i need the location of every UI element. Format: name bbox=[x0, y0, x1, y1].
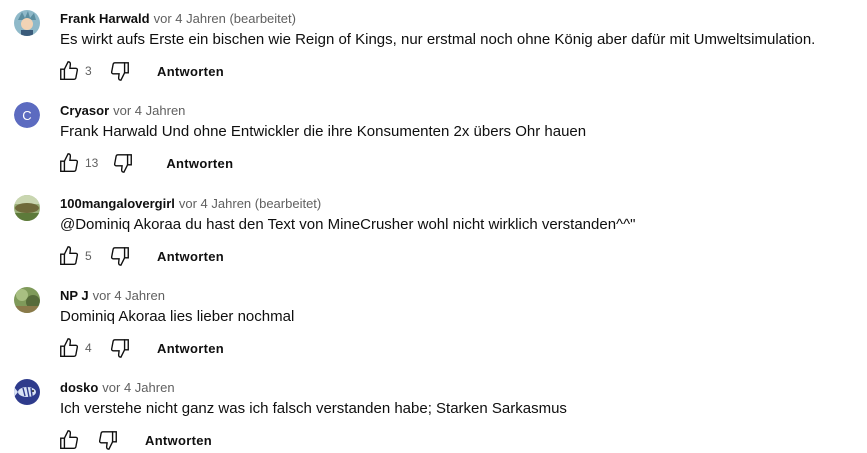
reply-button[interactable]: Antworten bbox=[157, 64, 224, 79]
comment-header: 100mangalovergirl vor 4 Jahren (bearbeite… bbox=[60, 195, 321, 212]
like-count: 13 bbox=[85, 156, 99, 170]
comment-actions: 3 Antworten bbox=[56, 58, 224, 84]
comment-header: Frank Harwald vor 4 Jahren (bearbeitet) bbox=[60, 10, 296, 27]
like-count: 3 bbox=[85, 64, 92, 78]
comment-text: Dominiq Akoraa lies lieber nochmal bbox=[60, 308, 295, 325]
avatar[interactable] bbox=[14, 287, 40, 313]
comment-header: dosko vor 4 Jahren bbox=[60, 379, 175, 396]
comment-text: @Dominiq Akoraa du hast den Text von Min… bbox=[60, 216, 636, 233]
avatar[interactable] bbox=[14, 379, 40, 405]
author-name[interactable]: Cryasor bbox=[60, 103, 109, 118]
comment-header: NP J vor 4 Jahren bbox=[60, 287, 165, 304]
author-name[interactable]: dosko bbox=[60, 380, 98, 395]
author-name[interactable]: NP J bbox=[60, 288, 89, 303]
thumbs-down-icon[interactable] bbox=[107, 58, 133, 84]
reply-button[interactable]: Antworten bbox=[166, 156, 233, 171]
timestamp[interactable]: vor 4 Jahren (bearbeitet) bbox=[179, 196, 321, 211]
thumbs-down-icon[interactable] bbox=[107, 243, 133, 269]
thumbs-up-icon[interactable] bbox=[56, 427, 82, 453]
comment-actions: 5 Antworten bbox=[56, 243, 224, 269]
timestamp[interactable]: vor 4 Jahren bbox=[102, 380, 174, 395]
like-count: 4 bbox=[85, 341, 92, 355]
thumbs-up-icon[interactable] bbox=[56, 335, 82, 361]
avatar[interactable] bbox=[14, 195, 40, 221]
avatar[interactable] bbox=[14, 10, 40, 36]
author-name[interactable]: 100mangalovergirl bbox=[60, 196, 175, 211]
like-count: 5 bbox=[85, 249, 92, 263]
comment-actions: 4 Antworten bbox=[56, 335, 224, 361]
comment-actions: 13 Antworten bbox=[56, 150, 233, 176]
thumbs-up-icon[interactable] bbox=[56, 150, 82, 176]
avatar-letter: C bbox=[14, 102, 40, 128]
comment-text: Ich verstehe nicht ganz was ich falsch v… bbox=[60, 400, 567, 417]
thumbs-down-icon[interactable] bbox=[107, 335, 133, 361]
timestamp[interactable]: vor 4 Jahren (bearbeitet) bbox=[154, 11, 296, 26]
comment-text: Es wirkt aufs Erste ein bischen wie Reig… bbox=[60, 31, 816, 48]
comment-actions: Antworten bbox=[56, 427, 212, 453]
timestamp[interactable]: vor 4 Jahren bbox=[93, 288, 165, 303]
comment-text: Frank Harwald Und ohne Entwickler die ih… bbox=[60, 123, 587, 140]
reply-button[interactable]: Antworten bbox=[145, 433, 212, 448]
comment-header: Cryasor vor 4 Jahren bbox=[60, 102, 185, 119]
author-name[interactable]: Frank Harwald bbox=[60, 11, 150, 26]
reply-button[interactable]: Antworten bbox=[157, 341, 224, 356]
avatar[interactable]: C bbox=[14, 102, 40, 128]
thumbs-up-icon[interactable] bbox=[56, 58, 82, 84]
timestamp[interactable]: vor 4 Jahren bbox=[113, 103, 185, 118]
reply-button[interactable]: Antworten bbox=[157, 249, 224, 264]
thumbs-down-icon[interactable] bbox=[95, 427, 121, 453]
thumbs-up-icon[interactable] bbox=[56, 243, 82, 269]
thumbs-down-icon[interactable] bbox=[110, 150, 136, 176]
